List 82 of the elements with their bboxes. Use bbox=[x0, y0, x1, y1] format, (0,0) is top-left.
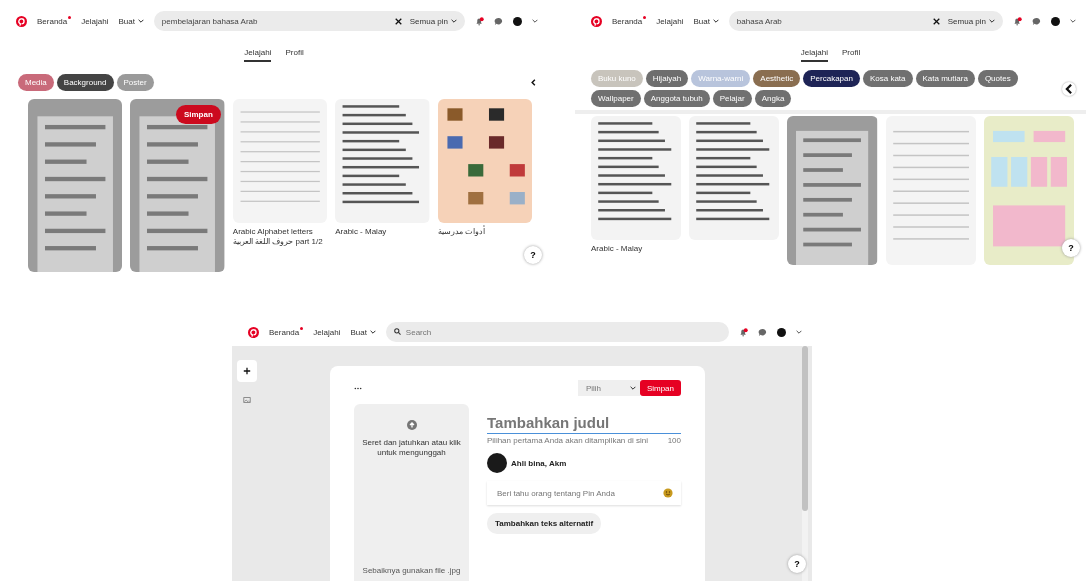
description-field[interactable]: Beri tahu orang tentang Pin Anda bbox=[487, 481, 681, 505]
filter-dropdown[interactable]: Semua pin bbox=[947, 16, 986, 26]
nav-link[interactable]: Buat bbox=[350, 327, 367, 337]
chevron-down-icon[interactable] bbox=[137, 19, 144, 23]
filter-chip[interactable]: Anggota tubuh bbox=[643, 90, 710, 107]
filter-chip[interactable]: Angka bbox=[754, 90, 792, 107]
chat-icon[interactable] bbox=[494, 16, 503, 26]
filter-dropdown[interactable]: Semua pin bbox=[409, 16, 448, 26]
filter-chip[interactable]: Media bbox=[18, 74, 54, 91]
chevron-down-icon[interactable] bbox=[532, 19, 538, 23]
board-dropdown[interactable]: Pilih bbox=[577, 380, 640, 396]
nav-link[interactable]: Jelajahi bbox=[313, 327, 341, 337]
nav-link[interactable]: Beranda bbox=[612, 16, 643, 26]
filter-chip[interactable]: Kata mutiara bbox=[915, 70, 975, 87]
upload-hint: Sebaiknya gunakan file .jpg bbox=[362, 566, 461, 575]
nav-link[interactable]: Jelajahi bbox=[81, 16, 109, 26]
image-icon[interactable] bbox=[243, 396, 251, 404]
search-field[interactable]: Search bbox=[385, 322, 729, 342]
add-button[interactable] bbox=[237, 360, 257, 382]
filter-chip[interactable]: Pelajar bbox=[712, 90, 752, 107]
filter-chip[interactable]: Kosa kata bbox=[862, 70, 913, 87]
nav-link[interactable]: Buat bbox=[118, 16, 135, 26]
chat-icon[interactable] bbox=[758, 327, 767, 337]
close-icon[interactable] bbox=[932, 17, 940, 25]
pin-caption[interactable]: أدوات مدرسية bbox=[437, 227, 533, 238]
nav-link[interactable]: Beranda bbox=[37, 16, 68, 26]
avatar[interactable] bbox=[513, 16, 522, 26]
title-field[interactable]: Tambahkan judul bbox=[487, 414, 681, 434]
avatar bbox=[487, 453, 507, 473]
pin-caption[interactable]: Arabic Alphabet letters حروف اللغة العربية part 1/2 bbox=[232, 227, 328, 248]
chevron-down-icon[interactable] bbox=[712, 19, 719, 23]
filter-chip[interactable]: Quotes bbox=[977, 70, 1018, 87]
tab[interactable]: Jelajahi bbox=[244, 48, 272, 62]
alt-text-button[interactable]: Tambahkan teks alternatif bbox=[487, 513, 602, 534]
chevron-left-icon[interactable] bbox=[1062, 81, 1076, 96]
search-field[interactable]: pembelajaran bahasa Arab Semua pin bbox=[153, 11, 465, 31]
user-name: Ahli bina, Akm bbox=[511, 458, 567, 468]
chevron-down-icon bbox=[629, 386, 636, 390]
filter-chip[interactable]: Background bbox=[56, 74, 114, 91]
logo-icon[interactable] bbox=[248, 326, 259, 338]
avatar[interactable] bbox=[1051, 16, 1060, 26]
bell-icon[interactable] bbox=[475, 16, 484, 26]
filter-chip[interactable]: Wallpaper bbox=[591, 90, 641, 107]
help-button[interactable]: ? bbox=[524, 246, 542, 264]
chevron-down-icon[interactable] bbox=[796, 330, 802, 334]
help-button[interactable]: ? bbox=[1062, 239, 1080, 257]
chevron-down-icon[interactable] bbox=[989, 19, 995, 23]
avatar[interactable] bbox=[777, 327, 786, 337]
plus-icon bbox=[243, 367, 251, 375]
save-button[interactable]: Simpan bbox=[175, 105, 221, 124]
tab[interactable]: Profil bbox=[285, 48, 304, 62]
scrollbar[interactable] bbox=[802, 346, 808, 581]
pin-caption[interactable]: Arabic - Malay bbox=[335, 227, 430, 238]
emoji-icon[interactable] bbox=[663, 488, 673, 498]
upload-icon bbox=[406, 420, 417, 430]
nav-link[interactable]: Beranda bbox=[269, 327, 300, 337]
save-button[interactable]: Simpan bbox=[639, 380, 681, 396]
chevron-down-icon[interactable] bbox=[369, 330, 376, 334]
close-icon[interactable] bbox=[394, 17, 402, 25]
more-icon[interactable] bbox=[354, 386, 362, 390]
chevron-left-icon[interactable] bbox=[529, 78, 538, 87]
nav-link[interactable]: Jelajahi bbox=[656, 16, 684, 26]
pin-caption[interactable]: Arabic - Malay bbox=[591, 244, 682, 255]
search-field[interactable]: bahasa Arab Semua pin bbox=[728, 11, 1003, 31]
upload-instructions: Seret dan jatuhkan atau klik untuk mengunggah bbox=[362, 438, 461, 459]
search-icon bbox=[393, 328, 401, 335]
tab[interactable]: Profil bbox=[841, 48, 861, 62]
logo-icon[interactable] bbox=[16, 15, 27, 27]
tab[interactable]: Jelajahi bbox=[800, 48, 828, 62]
character-counter: 100 bbox=[667, 436, 681, 445]
filter-chip[interactable]: Hijaiyah bbox=[645, 70, 689, 87]
logo-icon[interactable] bbox=[591, 15, 602, 27]
upload-area[interactable]: Seret dan jatuhkan atau klik untuk mengunggah Sebaiknya gunakan file .jpg bbox=[354, 404, 469, 581]
chat-icon[interactable] bbox=[1032, 16, 1041, 26]
filter-chip[interactable]: Percakapan bbox=[803, 70, 860, 87]
title-hint: Pilihan pertama Anda akan ditampilkan di sini bbox=[487, 436, 648, 445]
filter-chip[interactable]: Aesthetic bbox=[753, 70, 801, 87]
chevron-down-icon[interactable] bbox=[451, 19, 457, 23]
nav-link[interactable]: Buat bbox=[693, 16, 710, 26]
chevron-down-icon[interactable] bbox=[1070, 19, 1076, 23]
bell-icon[interactable] bbox=[1013, 16, 1022, 26]
bell-icon[interactable] bbox=[739, 327, 748, 337]
